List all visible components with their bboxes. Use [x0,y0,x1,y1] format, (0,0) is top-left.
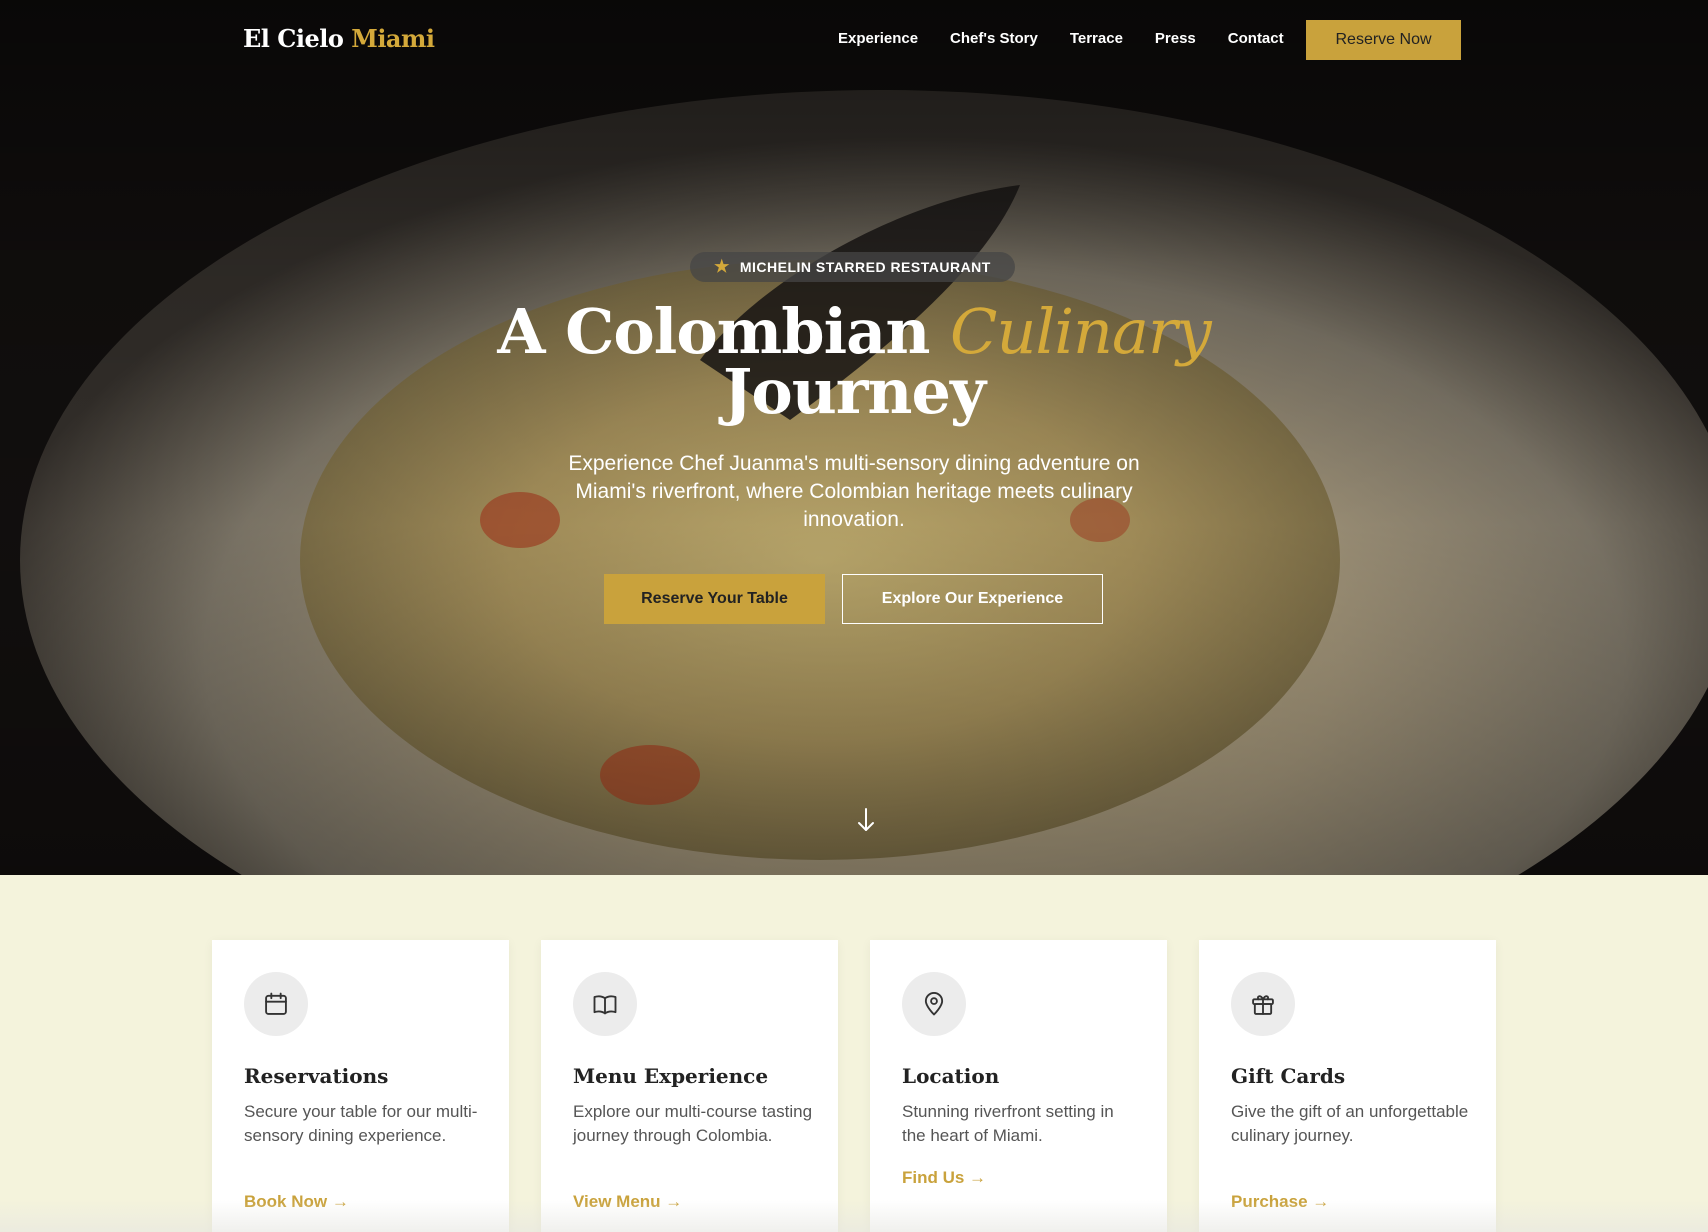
card-gift-cards: Gift Cards Give the gift of an unforgett… [1199,940,1496,1232]
card-title: Menu Experience [573,1064,769,1088]
hero-subtitle: Experience Chef Juanma's multi-sensory d… [568,452,1140,531]
headline-accent: Culinary [950,295,1212,368]
star-icon: ★ [714,257,730,276]
nav-links: Experience Chef's Story Terrace Press Co… [838,30,1316,47]
book-icon [573,972,637,1036]
reserve-now-button[interactable]: Reserve Now [1306,20,1461,60]
bottom-fade [0,1200,1708,1232]
arrow-down-icon[interactable] [855,806,877,834]
card-location: Location Stunning riverfront setting in … [870,940,1167,1232]
nav-link-contact[interactable]: Contact [1228,30,1284,47]
nav-link-press[interactable]: Press [1155,30,1196,47]
hero-section: El Cielo Miami Experience Chef's Story T… [0,0,1708,875]
calendar-icon [244,972,308,1036]
card-text: Explore our multi-course tasting journey… [573,1102,813,1145]
michelin-badge: ★ MICHELIN STARRED RESTAURANT [690,252,1015,282]
hero-headline: A Colombian Culinary Journey [454,301,1254,423]
explore-experience-button[interactable]: Explore Our Experience [842,574,1103,624]
card-title: Reservations [244,1064,389,1088]
reserve-your-table-button[interactable]: Reserve Your Table [604,574,825,624]
card-menu-experience: Menu Experience Explore our multi-course… [541,940,838,1232]
card-text: Secure your table for our multi-sensory … [244,1102,478,1145]
card-text: Give the gift of an unforgettable culina… [1231,1102,1469,1145]
brand-logo[interactable]: El Cielo Miami [243,24,435,53]
gift-icon [1231,972,1295,1036]
nav-link-chefs-story[interactable]: Chef's Story [950,30,1038,47]
hero-overlay [0,0,1708,875]
top-navigation: El Cielo Miami Experience Chef's Story T… [0,0,1708,80]
card-title: Location [902,1064,1000,1088]
card-text: Stunning riverfront setting in the heart… [902,1102,1114,1145]
map-pin-icon [902,972,966,1036]
brand-name: El Cielo [243,24,344,53]
card-reservations: Reservations Secure your table for our m… [212,940,509,1232]
nav-link-experience[interactable]: Experience [838,30,918,47]
headline-part2: Journey [723,355,986,428]
brand-accent: Miami [351,24,435,53]
find-us-link[interactable]: Find Us → [902,1168,986,1188]
nav-link-terrace[interactable]: Terrace [1070,30,1123,47]
badge-label: MICHELIN STARRED RESTAURANT [739,259,991,275]
card-title: Gift Cards [1231,1064,1346,1088]
